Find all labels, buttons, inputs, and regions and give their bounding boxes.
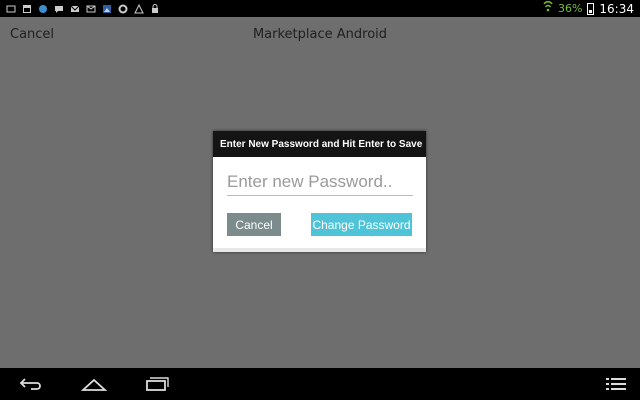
navigation-bar (0, 368, 640, 400)
back-icon[interactable] (16, 372, 48, 396)
page-title: Marketplace Android (252, 27, 388, 42)
notification-icon (38, 4, 48, 14)
password-input-wrapper (227, 169, 413, 196)
chat-icon (54, 4, 64, 14)
menu-icon[interactable] (600, 372, 632, 396)
signal-icon (543, 1, 553, 16)
warning-icon (134, 3, 144, 14)
change-password-dialog: Enter New Password and Hit Enter to Save… (213, 131, 426, 252)
home-icon[interactable] (78, 372, 110, 396)
notification-icons (6, 2, 160, 15)
status-bar: 36% 16:34 (0, 0, 640, 17)
dialog-title: Enter New Password and Hit Enter to Save (213, 131, 426, 157)
recent-apps-icon[interactable] (140, 372, 172, 396)
new-password-input[interactable] (227, 169, 413, 195)
gmail-icon (70, 4, 80, 14)
settings-icon (118, 4, 128, 14)
calendar-icon (22, 4, 32, 14)
status-right: 36% 16:34 (543, 1, 634, 16)
screenshot-icon (6, 4, 16, 14)
change-password-button[interactable]: Change Password (311, 213, 412, 236)
cancel-button[interactable]: Cancel (227, 213, 281, 236)
action-bar: Cancel Marketplace Android (0, 17, 640, 53)
clock: 16:34 (599, 1, 634, 16)
image-icon (102, 4, 112, 14)
dialog-footer-strip (213, 248, 426, 252)
mail-icon (86, 4, 96, 14)
lock-icon (150, 3, 160, 14)
battery-icon (587, 2, 595, 15)
battery-percent: 36% (557, 2, 583, 15)
